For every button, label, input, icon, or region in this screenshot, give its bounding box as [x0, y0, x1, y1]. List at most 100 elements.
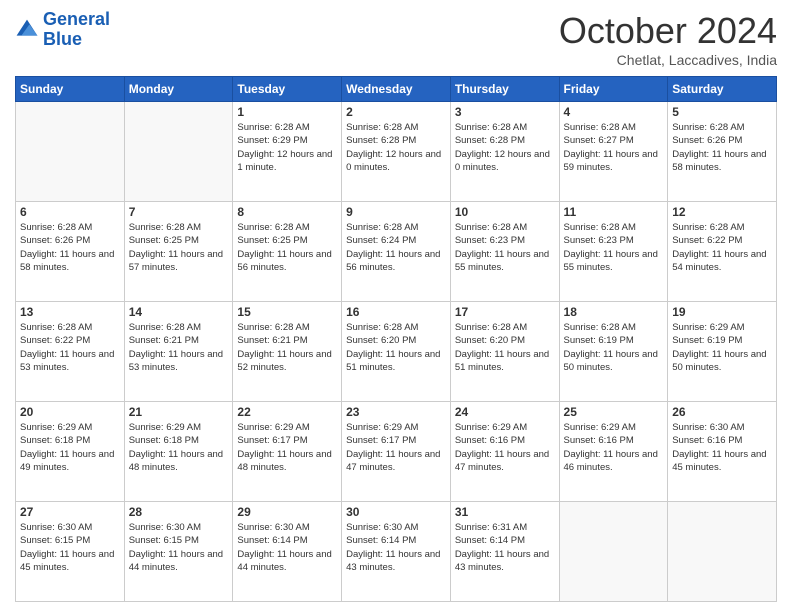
day-info: Sunrise: 6:30 AM Sunset: 6:14 PM Dayligh…: [346, 521, 446, 574]
day-info: Sunrise: 6:28 AM Sunset: 6:25 PM Dayligh…: [237, 221, 337, 274]
day-number: 11: [564, 205, 664, 219]
calendar-header-row: SundayMondayTuesdayWednesdayThursdayFrid…: [16, 77, 777, 102]
calendar-cell: 4 Sunrise: 6:28 AM Sunset: 6:27 PM Daylig…: [559, 102, 668, 202]
calendar-cell: 10 Sunrise: 6:28 AM Sunset: 6:23 PM Dayli…: [450, 202, 559, 302]
calendar-cell: 22 Sunrise: 6:29 AM Sunset: 6:17 PM Dayli…: [233, 402, 342, 502]
calendar-cell: 19 Sunrise: 6:29 AM Sunset: 6:19 PM Dayli…: [668, 302, 777, 402]
calendar-header-thursday: Thursday: [450, 77, 559, 102]
calendar-cell: 9 Sunrise: 6:28 AM Sunset: 6:24 PM Daylig…: [342, 202, 451, 302]
calendar-cell: 17Sunrise: 6:28 AM Sunset: 6:20 PM Dayli…: [450, 302, 559, 402]
logo-text: General Blue: [43, 10, 110, 50]
calendar-cell: 7Sunrise: 6:28 AM Sunset: 6:25 PM Daylig…: [124, 202, 233, 302]
calendar-cell: 26 Sunrise: 6:30 AM Sunset: 6:16 PM Dayli…: [668, 402, 777, 502]
logo: General Blue: [15, 10, 110, 50]
day-number: 24: [455, 405, 555, 419]
day-info: Sunrise: 6:31 AM Sunset: 6:14 PM Dayligh…: [455, 521, 555, 574]
day-number: 31: [455, 505, 555, 519]
day-info: Sunrise: 6:28 AM Sunset: 6:22 PM Dayligh…: [20, 321, 120, 374]
day-info: Sunrise: 6:28 AM Sunset: 6:25 PM Dayligh…: [129, 221, 229, 274]
calendar-cell: 13Sunrise: 6:28 AM Sunset: 6:22 PM Dayli…: [16, 302, 125, 402]
day-info: Sunrise: 6:28 AM Sunset: 6:28 PM Dayligh…: [346, 121, 446, 174]
calendar-cell: 6 Sunrise: 6:28 AM Sunset: 6:26 PM Daylig…: [16, 202, 125, 302]
day-info: Sunrise: 6:28 AM Sunset: 6:21 PM Dayligh…: [129, 321, 229, 374]
calendar-table: SundayMondayTuesdayWednesdayThursdayFrid…: [15, 76, 777, 602]
calendar-week-4: 20 Sunrise: 6:29 AM Sunset: 6:18 PM Dayli…: [16, 402, 777, 502]
calendar-cell: [559, 502, 668, 602]
day-number: 6: [20, 205, 120, 219]
day-info: Sunrise: 6:28 AM Sunset: 6:28 PM Dayligh…: [455, 121, 555, 174]
calendar-cell: 24 Sunrise: 6:29 AM Sunset: 6:16 PM Dayli…: [450, 402, 559, 502]
calendar-cell: 29 Sunrise: 6:30 AM Sunset: 6:14 PM Dayli…: [233, 502, 342, 602]
day-number: 22: [237, 405, 337, 419]
day-info: Sunrise: 6:30 AM Sunset: 6:16 PM Dayligh…: [672, 421, 772, 474]
logo-icon: [15, 18, 39, 42]
day-info: Sunrise: 6:30 AM Sunset: 6:14 PM Dayligh…: [237, 521, 337, 574]
day-info: Sunrise: 6:29 AM Sunset: 6:18 PM Dayligh…: [20, 421, 120, 474]
calendar-header-saturday: Saturday: [668, 77, 777, 102]
day-number: 28: [129, 505, 229, 519]
day-number: 15: [237, 305, 337, 319]
day-number: 16: [346, 305, 446, 319]
calendar-cell: 2 Sunrise: 6:28 AM Sunset: 6:28 PM Daylig…: [342, 102, 451, 202]
day-info: Sunrise: 6:30 AM Sunset: 6:15 PM Dayligh…: [129, 521, 229, 574]
calendar-week-5: 27Sunrise: 6:30 AM Sunset: 6:15 PM Dayli…: [16, 502, 777, 602]
calendar-header-monday: Monday: [124, 77, 233, 102]
day-number: 17: [455, 305, 555, 319]
calendar-cell: 20 Sunrise: 6:29 AM Sunset: 6:18 PM Dayli…: [16, 402, 125, 502]
calendar-cell: 16 Sunrise: 6:28 AM Sunset: 6:20 PM Dayli…: [342, 302, 451, 402]
calendar-header-sunday: Sunday: [16, 77, 125, 102]
calendar-cell: [124, 102, 233, 202]
calendar-cell: 3Sunrise: 6:28 AM Sunset: 6:28 PM Daylig…: [450, 102, 559, 202]
day-info: Sunrise: 6:29 AM Sunset: 6:17 PM Dayligh…: [346, 421, 446, 474]
day-number: 4: [564, 105, 664, 119]
calendar-cell: 18Sunrise: 6:28 AM Sunset: 6:19 PM Dayli…: [559, 302, 668, 402]
calendar-cell: 14 Sunrise: 6:28 AM Sunset: 6:21 PM Dayli…: [124, 302, 233, 402]
calendar-week-1: 1 Sunrise: 6:28 AM Sunset: 6:29 PM Daylig…: [16, 102, 777, 202]
day-number: 19: [672, 305, 772, 319]
calendar-cell: 28 Sunrise: 6:30 AM Sunset: 6:15 PM Dayli…: [124, 502, 233, 602]
day-info: Sunrise: 6:29 AM Sunset: 6:16 PM Dayligh…: [455, 421, 555, 474]
day-info: Sunrise: 6:28 AM Sunset: 6:21 PM Dayligh…: [237, 321, 337, 374]
day-info: Sunrise: 6:29 AM Sunset: 6:17 PM Dayligh…: [237, 421, 337, 474]
day-info: Sunrise: 6:28 AM Sunset: 6:20 PM Dayligh…: [346, 321, 446, 374]
calendar-cell: 8 Sunrise: 6:28 AM Sunset: 6:25 PM Daylig…: [233, 202, 342, 302]
day-number: 26: [672, 405, 772, 419]
day-info: Sunrise: 6:28 AM Sunset: 6:22 PM Dayligh…: [672, 221, 772, 274]
day-info: Sunrise: 6:28 AM Sunset: 6:23 PM Dayligh…: [564, 221, 664, 274]
day-info: Sunrise: 6:29 AM Sunset: 6:18 PM Dayligh…: [129, 421, 229, 474]
calendar-cell: [668, 502, 777, 602]
calendar-cell: [16, 102, 125, 202]
day-info: Sunrise: 6:28 AM Sunset: 6:26 PM Dayligh…: [20, 221, 120, 274]
day-number: 2: [346, 105, 446, 119]
day-info: Sunrise: 6:28 AM Sunset: 6:29 PM Dayligh…: [237, 121, 337, 174]
calendar-header-tuesday: Tuesday: [233, 77, 342, 102]
day-info: Sunrise: 6:28 AM Sunset: 6:23 PM Dayligh…: [455, 221, 555, 274]
calendar-cell: 31 Sunrise: 6:31 AM Sunset: 6:14 PM Dayli…: [450, 502, 559, 602]
calendar-cell: 25 Sunrise: 6:29 AM Sunset: 6:16 PM Dayli…: [559, 402, 668, 502]
calendar-cell: 30Sunrise: 6:30 AM Sunset: 6:14 PM Dayli…: [342, 502, 451, 602]
day-number: 9: [346, 205, 446, 219]
logo-line2: Blue: [43, 29, 82, 49]
day-info: Sunrise: 6:29 AM Sunset: 6:16 PM Dayligh…: [564, 421, 664, 474]
title-block: October 2024 Chetlat, Laccadives, India: [559, 10, 777, 68]
day-info: Sunrise: 6:28 AM Sunset: 6:24 PM Dayligh…: [346, 221, 446, 274]
calendar-cell: 21Sunrise: 6:29 AM Sunset: 6:18 PM Dayli…: [124, 402, 233, 502]
day-number: 29: [237, 505, 337, 519]
day-number: 10: [455, 205, 555, 219]
calendar-cell: 15 Sunrise: 6:28 AM Sunset: 6:21 PM Dayli…: [233, 302, 342, 402]
calendar-cell: 27Sunrise: 6:30 AM Sunset: 6:15 PM Dayli…: [16, 502, 125, 602]
day-number: 1: [237, 105, 337, 119]
day-number: 25: [564, 405, 664, 419]
day-info: Sunrise: 6:28 AM Sunset: 6:27 PM Dayligh…: [564, 121, 664, 174]
day-number: 14: [129, 305, 229, 319]
page: General Blue October 2024 Chetlat, Lacca…: [0, 0, 792, 612]
day-number: 20: [20, 405, 120, 419]
day-info: Sunrise: 6:28 AM Sunset: 6:26 PM Dayligh…: [672, 121, 772, 174]
logo-line1: General: [43, 9, 110, 29]
location: Chetlat, Laccadives, India: [559, 52, 777, 68]
day-info: Sunrise: 6:29 AM Sunset: 6:19 PM Dayligh…: [672, 321, 772, 374]
day-number: 8: [237, 205, 337, 219]
calendar-header-wednesday: Wednesday: [342, 77, 451, 102]
day-number: 12: [672, 205, 772, 219]
calendar-cell: 1 Sunrise: 6:28 AM Sunset: 6:29 PM Daylig…: [233, 102, 342, 202]
